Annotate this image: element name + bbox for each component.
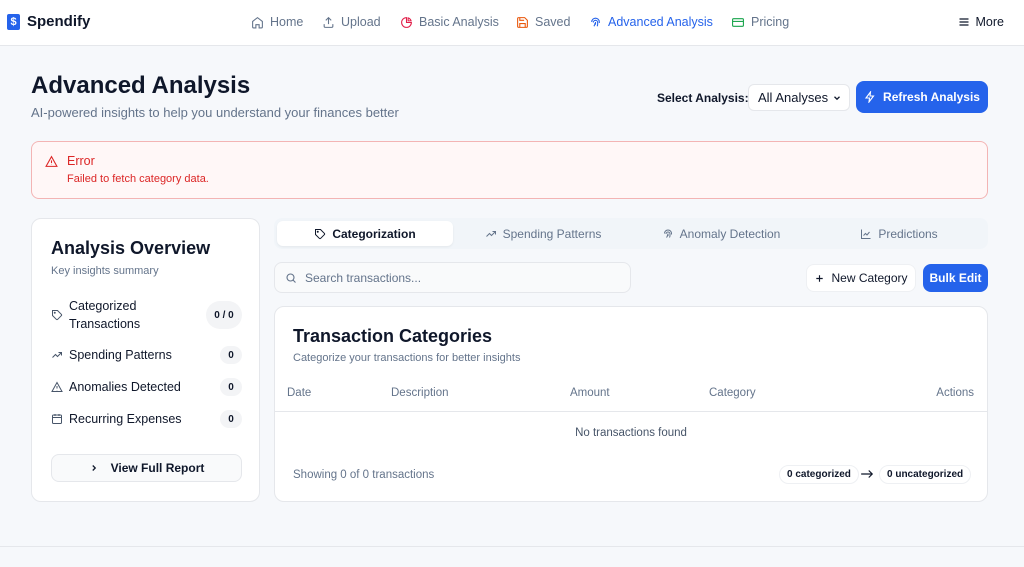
- app-name: Spendify: [27, 13, 91, 30]
- trending-up-icon: [51, 349, 63, 361]
- transactions-title: Transaction Categories: [293, 326, 493, 346]
- column-header-actions: Actions: [936, 387, 974, 399]
- error-title: Error: [67, 154, 95, 168]
- nav-advanced-analysis-label: Advanced Analysis: [608, 15, 713, 29]
- more-menu-button[interactable]: More: [958, 15, 1004, 29]
- search-placeholder: Search transactions...: [305, 270, 422, 285]
- calendar-icon: [51, 413, 63, 425]
- error-message: Failed to fetch category data.: [67, 173, 209, 185]
- search-icon: [285, 272, 297, 284]
- nav-saved-label: Saved: [535, 15, 571, 29]
- overview-title: Analysis Overview: [51, 238, 211, 258]
- page-title: Advanced Analysis: [31, 72, 251, 99]
- analysis-tabs: Categorization Spending Patterns Anomaly…: [274, 218, 988, 249]
- nav-basic-analysis-label: Basic Analysis: [419, 15, 499, 29]
- overview-row-categorized: Categorized Transactions 0 / 0: [51, 297, 242, 333]
- column-header-description[interactable]: Description: [391, 387, 449, 399]
- tab-predictions-label: Predictions: [878, 226, 938, 241]
- analysis-select[interactable]: All Analyses: [748, 84, 850, 111]
- app-logo[interactable]: $ Spendify: [7, 13, 90, 30]
- analysis-select-value: All Analyses: [758, 90, 829, 105]
- view-full-report-button[interactable]: View Full Report: [51, 454, 242, 482]
- tab-categorization-label: Categorization: [332, 226, 416, 241]
- search-input[interactable]: Search transactions...: [274, 262, 631, 293]
- overview-row-label: Categorized Transactions: [69, 299, 141, 331]
- pie-chart-icon: [400, 16, 413, 29]
- tag-icon: [51, 309, 63, 321]
- more-label: More: [975, 15, 1004, 29]
- overview-count-badge: 0 / 0: [206, 301, 242, 329]
- home-icon: [251, 16, 264, 29]
- page-subtitle: AI-powered insights to help you understa…: [31, 105, 399, 120]
- dollar-icon: $: [7, 13, 20, 30]
- nav-pricing-label: Pricing: [751, 15, 790, 29]
- refresh-analysis-label: Refresh Analysis: [883, 90, 980, 104]
- overview-count-badge: 0: [220, 346, 242, 364]
- column-header-amount[interactable]: Amount: [570, 387, 610, 399]
- overview-row-anomalies: Anomalies Detected 0: [51, 378, 242, 396]
- overview-row-label: Recurring Expenses: [69, 412, 182, 426]
- nav-saved[interactable]: Saved: [516, 15, 570, 29]
- tab-anomaly-detection[interactable]: Anomaly Detection: [633, 221, 809, 246]
- new-category-label: New Category: [831, 271, 908, 285]
- alert-triangle-icon: [45, 155, 58, 168]
- overview-row-spending-patterns: Spending Patterns 0: [51, 346, 242, 364]
- overview-count-badge: 0: [220, 378, 242, 396]
- fingerprint-icon: [662, 228, 674, 240]
- transaction-categories-card: Transaction Categories Categorize your t…: [274, 306, 988, 502]
- tab-anomaly-detection-label: Anomaly Detection: [679, 226, 781, 241]
- zap-icon: [864, 91, 876, 103]
- menu-icon: [958, 16, 970, 28]
- overview-row-recurring: Recurring Expenses 0: [51, 410, 242, 428]
- line-chart-icon: [860, 228, 872, 240]
- error-alert: Error Failed to fetch category data.: [31, 141, 988, 199]
- nav-upload[interactable]: Upload: [322, 15, 381, 29]
- bulk-edit-button[interactable]: Bulk Edit: [923, 264, 988, 292]
- tab-categorization[interactable]: Categorization: [277, 221, 453, 246]
- table-header-divider: [275, 411, 987, 412]
- footer-divider: [0, 546, 1024, 547]
- top-navbar: $ Spendify Home Upload Basic Analysis Sa…: [0, 0, 1024, 46]
- save-icon: [516, 16, 529, 29]
- tab-spending-patterns[interactable]: Spending Patterns: [455, 221, 631, 246]
- column-header-date[interactable]: Date: [287, 387, 311, 399]
- tab-spending-patterns-label: Spending Patterns: [502, 226, 602, 241]
- uncategorized-count-badge: 0 uncategorized: [879, 465, 972, 484]
- overview-subtitle: Key insights summary: [51, 265, 159, 277]
- credit-card-icon: [731, 16, 745, 29]
- trending-up-icon: [485, 228, 497, 240]
- nav-home[interactable]: Home: [251, 15, 303, 29]
- alert-triangle-icon: [51, 381, 63, 393]
- categorized-count-badge: 0 categorized: [779, 465, 859, 484]
- view-full-report-label: View Full Report: [110, 461, 205, 475]
- upload-icon: [322, 16, 335, 29]
- nav-upload-label: Upload: [341, 15, 381, 29]
- nav-pricing[interactable]: Pricing: [731, 15, 789, 29]
- chevron-right-icon: [89, 463, 99, 473]
- transactions-subtitle: Categorize your transactions for better …: [293, 352, 521, 364]
- select-analysis-label: Select Analysis:: [657, 91, 749, 105]
- overview-count-badge: 0: [220, 410, 242, 428]
- tab-predictions[interactable]: Predictions: [811, 221, 987, 246]
- tag-icon: [314, 228, 326, 240]
- arrow-right-icon: [860, 468, 874, 480]
- nav-advanced-analysis[interactable]: Advanced Analysis: [589, 15, 713, 29]
- nav-basic-analysis[interactable]: Basic Analysis: [400, 15, 499, 29]
- refresh-analysis-button[interactable]: Refresh Analysis: [856, 81, 988, 113]
- plus-icon: [814, 273, 825, 284]
- empty-state-text: No transactions found: [575, 427, 687, 439]
- column-header-category[interactable]: Category: [709, 387, 756, 399]
- overview-row-label: Anomalies Detected: [69, 380, 181, 394]
- pagination-summary: Showing 0 of 0 transactions: [293, 469, 435, 481]
- fingerprint-icon: [589, 16, 602, 29]
- analysis-overview-card: Analysis Overview Key insights summary C…: [31, 218, 260, 502]
- new-category-button[interactable]: New Category: [806, 264, 916, 292]
- nav-home-label: Home: [270, 15, 304, 29]
- chevron-down-icon: [832, 93, 842, 103]
- overview-row-label: Spending Patterns: [69, 348, 172, 362]
